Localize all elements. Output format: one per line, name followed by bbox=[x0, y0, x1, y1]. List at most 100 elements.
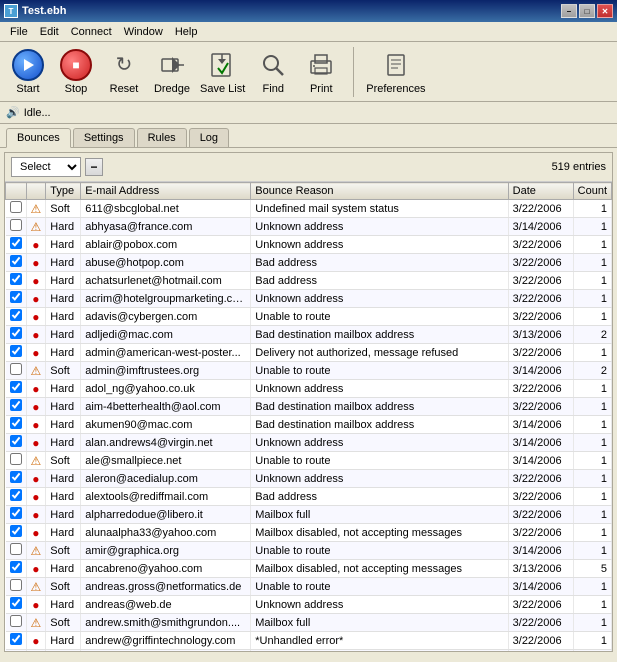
col-date[interactable]: Date bbox=[508, 183, 573, 200]
entries-count: 519 entries bbox=[552, 161, 606, 173]
row-count: 5 bbox=[573, 560, 611, 578]
row-checkbox[interactable] bbox=[6, 416, 27, 434]
row-type: Hard bbox=[46, 272, 81, 290]
row-checkbox[interactable] bbox=[6, 236, 27, 254]
tab-bounces[interactable]: Bounces bbox=[6, 128, 71, 148]
table-row: ●Hardacrim@hotelgroupmarketing.comUnknow… bbox=[6, 290, 612, 308]
row-status-icon: ● bbox=[26, 290, 46, 308]
savelist-icon bbox=[207, 49, 239, 81]
row-status-icon: ● bbox=[26, 524, 46, 542]
content-area: Select All None Hard Soft − 519 entries … bbox=[4, 152, 613, 652]
menu-window[interactable]: Window bbox=[118, 24, 169, 40]
preferences-button[interactable]: Preferences bbox=[366, 49, 425, 95]
maximize-button[interactable]: □ bbox=[579, 4, 595, 18]
row-checkbox[interactable] bbox=[6, 560, 27, 578]
row-date: 3/22/2006 bbox=[508, 524, 573, 542]
print-button[interactable]: Print bbox=[301, 49, 341, 95]
col-reason[interactable]: Bounce Reason bbox=[251, 183, 508, 200]
status-bar: 🔊 Idle... bbox=[0, 102, 617, 124]
row-date: 3/22/2006 bbox=[508, 344, 573, 362]
menu-help[interactable]: Help bbox=[169, 24, 204, 40]
row-status-icon: ⚠ bbox=[26, 542, 46, 560]
col-type[interactable]: Type bbox=[46, 183, 81, 200]
row-checkbox[interactable] bbox=[6, 326, 27, 344]
row-checkbox[interactable] bbox=[6, 200, 27, 218]
table-row: ⚠Softandreybogolepov@ukr.netDelivery tim… bbox=[6, 650, 612, 652]
row-checkbox[interactable] bbox=[6, 218, 27, 236]
row-email: abhyasa@france.com bbox=[81, 218, 251, 236]
table-row: ⚠Softadmin@imftrustees.orgUnable to rout… bbox=[6, 362, 612, 380]
minus-button[interactable]: − bbox=[85, 158, 103, 176]
row-count: 1 bbox=[573, 650, 611, 652]
row-checkbox[interactable] bbox=[6, 344, 27, 362]
row-reason: Bad destination mailbox address bbox=[251, 416, 508, 434]
tab-rules[interactable]: Rules bbox=[137, 128, 187, 147]
row-checkbox[interactable] bbox=[6, 596, 27, 614]
row-checkbox[interactable] bbox=[6, 254, 27, 272]
row-checkbox[interactable] bbox=[6, 362, 27, 380]
status-text: Idle... bbox=[24, 107, 51, 119]
row-checkbox[interactable] bbox=[6, 524, 27, 542]
toolbar: Start Stop ↻ Reset Dredge bbox=[0, 42, 617, 102]
row-checkbox[interactable] bbox=[6, 434, 27, 452]
start-button[interactable]: Start bbox=[8, 49, 48, 95]
row-email: adavis@cybergen.com bbox=[81, 308, 251, 326]
row-email: ablair@pobox.com bbox=[81, 236, 251, 254]
row-checkbox[interactable] bbox=[6, 398, 27, 416]
row-type: Soft bbox=[46, 452, 81, 470]
menu-edit[interactable]: Edit bbox=[34, 24, 65, 40]
dredge-button[interactable]: Dredge bbox=[152, 49, 192, 95]
row-checkbox[interactable] bbox=[6, 488, 27, 506]
menu-file[interactable]: File bbox=[4, 24, 34, 40]
select-dropdown[interactable]: Select All None Hard Soft bbox=[11, 157, 81, 177]
row-status-icon: ● bbox=[26, 254, 46, 272]
bounce-table-container[interactable]: Type E-mail Address Bounce Reason Date C… bbox=[5, 182, 612, 651]
col-count[interactable]: Count bbox=[573, 183, 611, 200]
row-checkbox[interactable] bbox=[6, 650, 27, 652]
row-checkbox[interactable] bbox=[6, 614, 27, 632]
row-checkbox[interactable] bbox=[6, 542, 27, 560]
row-type: Hard bbox=[46, 398, 81, 416]
savelist-button[interactable]: Save List bbox=[200, 49, 245, 95]
tab-settings[interactable]: Settings bbox=[73, 128, 135, 147]
title-bar: T Test.ebh – □ ✕ bbox=[0, 0, 617, 22]
row-count: 1 bbox=[573, 236, 611, 254]
row-count: 1 bbox=[573, 218, 611, 236]
row-email: acrim@hotelgroupmarketing.com bbox=[81, 290, 251, 308]
row-status-icon: ● bbox=[26, 416, 46, 434]
row-email: admin@imftrustees.org bbox=[81, 362, 251, 380]
row-checkbox[interactable] bbox=[6, 632, 27, 650]
row-checkbox[interactable] bbox=[6, 578, 27, 596]
row-checkbox[interactable] bbox=[6, 452, 27, 470]
find-button[interactable]: Find bbox=[253, 49, 293, 95]
row-reason: Mailbox disabled, not accepting messages bbox=[251, 524, 508, 542]
row-checkbox[interactable] bbox=[6, 290, 27, 308]
row-reason: *Unhandled error* bbox=[251, 632, 508, 650]
row-status-icon: ⚠ bbox=[26, 218, 46, 236]
minimize-button[interactable]: – bbox=[561, 4, 577, 18]
row-email: alunaalpha33@yahoo.com bbox=[81, 524, 251, 542]
row-count: 1 bbox=[573, 470, 611, 488]
stop-icon bbox=[60, 49, 92, 81]
row-date: 3/22/2006 bbox=[508, 254, 573, 272]
row-type: Hard bbox=[46, 632, 81, 650]
row-reason: Unknown address bbox=[251, 218, 508, 236]
row-checkbox[interactable] bbox=[6, 308, 27, 326]
col-email[interactable]: E-mail Address bbox=[81, 183, 251, 200]
row-checkbox[interactable] bbox=[6, 470, 27, 488]
table-row: ●Hardadavis@cybergen.comUnable to route3… bbox=[6, 308, 612, 326]
table-row: ●Hardalpharredodue@libero.itMailbox full… bbox=[6, 506, 612, 524]
row-status-icon: ● bbox=[26, 326, 46, 344]
close-button[interactable]: ✕ bbox=[597, 4, 613, 18]
stop-button[interactable]: Stop bbox=[56, 49, 96, 95]
col-checkbox bbox=[6, 183, 27, 200]
row-checkbox[interactable] bbox=[6, 506, 27, 524]
row-checkbox[interactable] bbox=[6, 272, 27, 290]
row-date: 3/22/2006 bbox=[508, 380, 573, 398]
row-checkbox[interactable] bbox=[6, 380, 27, 398]
dredge-icon bbox=[156, 49, 188, 81]
tab-log[interactable]: Log bbox=[189, 128, 229, 147]
row-reason: Delivery time expired bbox=[251, 650, 508, 652]
menu-connect[interactable]: Connect bbox=[65, 24, 118, 40]
reset-button[interactable]: ↻ Reset bbox=[104, 49, 144, 95]
